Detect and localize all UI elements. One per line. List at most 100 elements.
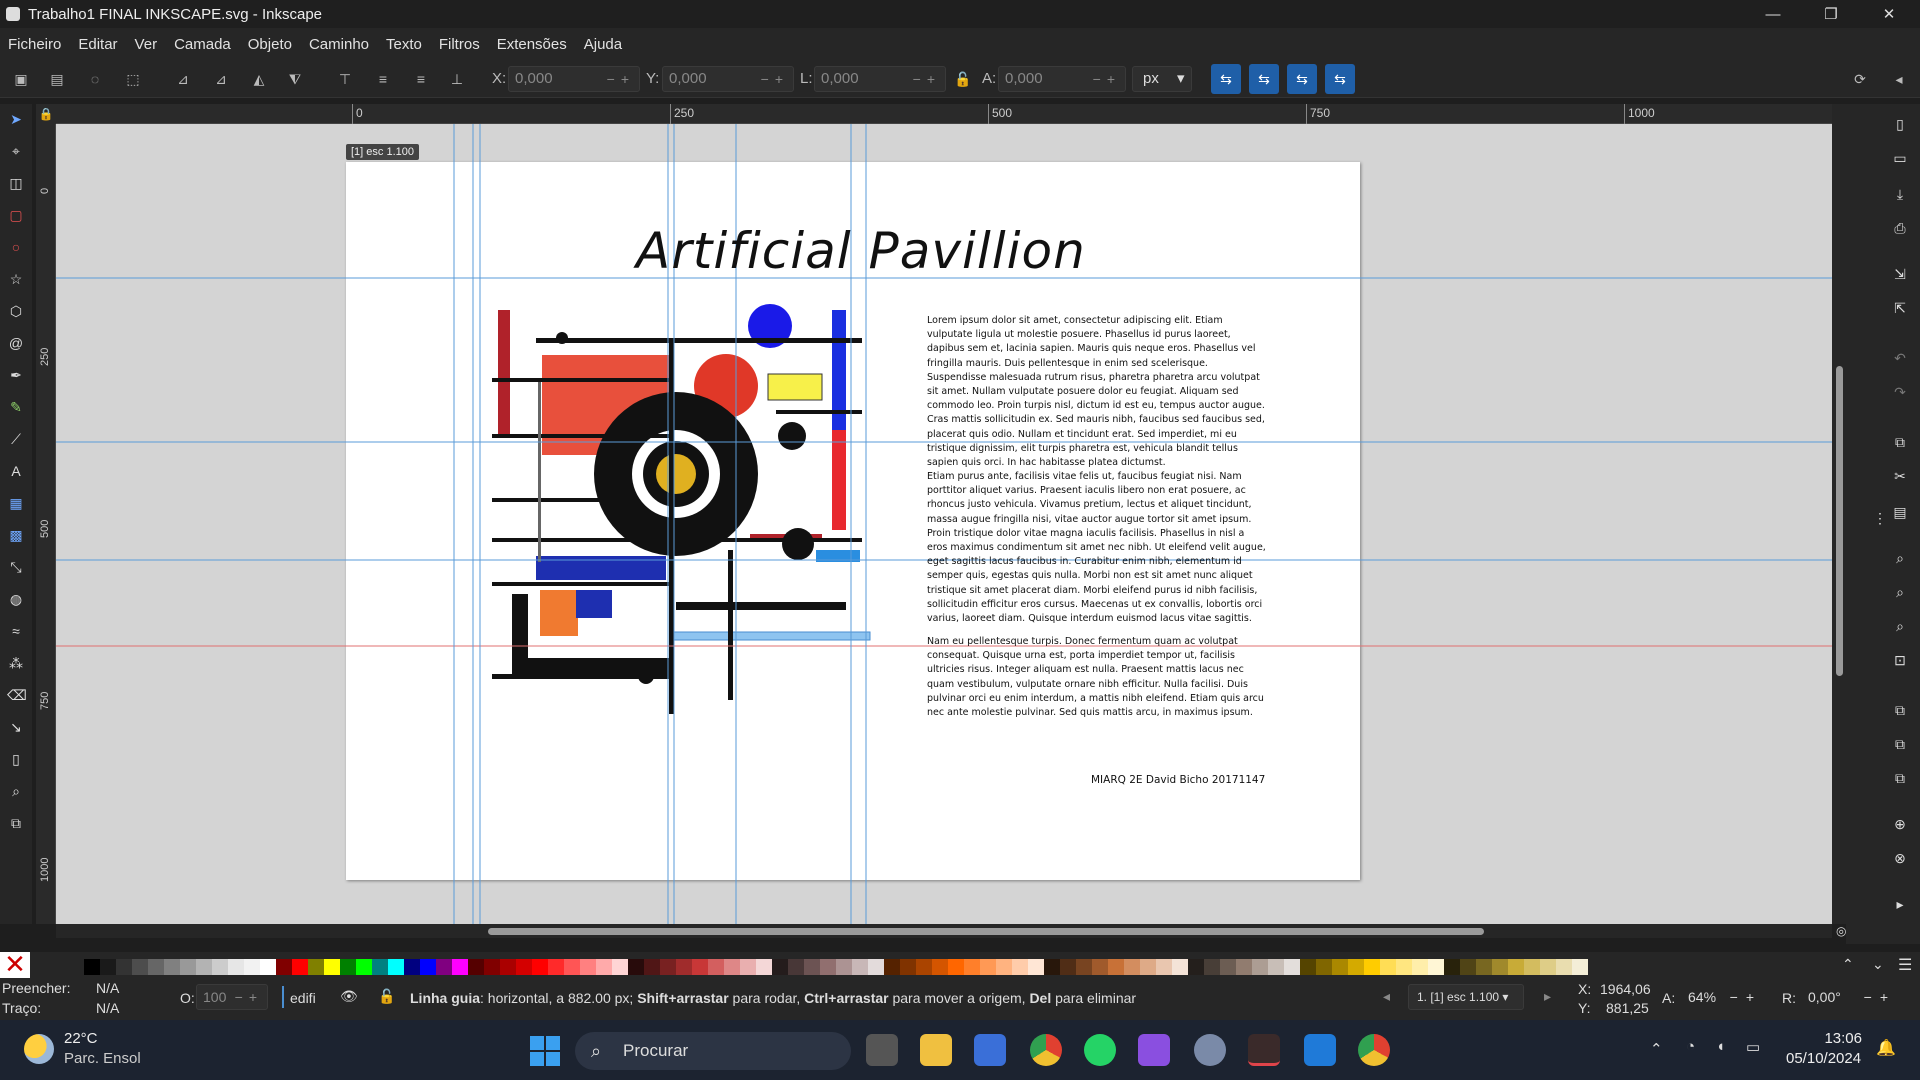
menu-ajuda[interactable]: Ajuda [584, 36, 622, 53]
yellow-circle[interactable] [656, 454, 696, 494]
import-icon[interactable]: ⇲ [1890, 266, 1910, 286]
line-1[interactable] [536, 338, 862, 343]
width-stepper[interactable]: −+ [913, 67, 941, 91]
raise-to-top-icon[interactable]: ⊤ [334, 68, 356, 90]
taskbar-search[interactable]: ⌕ Procurar [575, 1032, 851, 1070]
menu-texto[interactable]: Texto [386, 36, 422, 53]
horizontal-scroll-thumb[interactable] [488, 928, 1484, 935]
tweak-tool-icon[interactable]: ≈ [7, 622, 25, 640]
width-field[interactable]: 0,000 −+ [814, 66, 946, 92]
palette-swatch[interactable] [1188, 959, 1204, 975]
palette-swatch[interactable] [116, 959, 132, 975]
palette-swatch[interactable] [1316, 959, 1332, 975]
3d-box-tool-icon[interactable]: ⬡ [7, 302, 25, 320]
palette-swatch[interactable] [1492, 959, 1508, 975]
line-4[interactable] [776, 410, 862, 414]
zoom-field[interactable]: 64% −+ [1678, 984, 1766, 1010]
palette-swatch[interactable] [324, 959, 340, 975]
palette-swatch[interactable] [820, 959, 836, 975]
zoom-stepper[interactable]: −+ [1730, 984, 1762, 1010]
palette-swatch[interactable] [1364, 959, 1380, 975]
palette-swatch[interactable] [788, 959, 804, 975]
minimize-button[interactable]: — [1744, 0, 1802, 28]
windows-start-icon[interactable] [530, 1036, 560, 1066]
copy-icon[interactable]: ⧉ [1890, 434, 1910, 454]
menu-editar[interactable]: Editar [78, 36, 117, 53]
red-vertical-bar[interactable] [832, 430, 846, 530]
expand-more-icon[interactable]: ▸ [1890, 896, 1910, 916]
palette-swatch[interactable] [612, 959, 628, 975]
palette-swatch[interactable] [1156, 959, 1172, 975]
snap-icon[interactable]: ⟳ [1849, 68, 1871, 90]
palette-swatch[interactable] [452, 959, 468, 975]
palette-swatch[interactable] [596, 959, 612, 975]
menu-camada[interactable]: Camada [174, 36, 231, 53]
palette-swatch[interactable] [132, 959, 148, 975]
palette-swatch[interactable] [564, 959, 580, 975]
paint-bucket-icon[interactable]: ◍ [7, 590, 25, 608]
palette-swatch[interactable] [404, 959, 420, 975]
battery-icon[interactable]: ▭ [1746, 1038, 1760, 1056]
weather-temp[interactable]: 22°C [64, 1030, 98, 1047]
paragraph-3[interactable]: Nam eu pellentesque turpis. Donec fermen… [927, 635, 1267, 720]
inkscape-taskbar-icon[interactable] [1248, 1034, 1280, 1066]
palette-swatch[interactable] [1060, 959, 1076, 975]
palette-swatch[interactable] [1412, 959, 1428, 975]
palette-swatch[interactable] [148, 959, 164, 975]
fill-value[interactable]: N/A [96, 980, 119, 996]
palette-swatch[interactable] [1092, 959, 1108, 975]
palette-scroll-down-icon[interactable]: ⌄ [1872, 956, 1884, 973]
palette-swatch[interactable] [180, 959, 196, 975]
scale-corners-icon[interactable]: ⇆ [1249, 64, 1279, 94]
touch-select-icon[interactable]: ⬚ [122, 68, 144, 90]
small-blue-rectangle[interactable] [576, 590, 612, 618]
palette-swatch[interactable] [756, 959, 772, 975]
horizontal-ruler[interactable]: 0 250 500 750 1000 [56, 104, 1832, 124]
line-8[interactable] [676, 602, 846, 610]
palette-swatch[interactable] [1252, 959, 1268, 975]
lock-ratio-icon[interactable]: 🔓 [952, 68, 974, 90]
palette-swatch[interactable] [1332, 959, 1348, 975]
raise-icon[interactable]: ≡ [372, 68, 394, 90]
height-field[interactable]: 0,000 −+ [998, 66, 1126, 92]
clock-date[interactable]: 05/10/2024 [1786, 1050, 1861, 1067]
vertical-scrollbar[interactable] [1832, 104, 1846, 924]
palette-swatch[interactable] [884, 959, 900, 975]
dark-red-bar[interactable] [498, 310, 510, 434]
chrome-profile-icon[interactable] [1358, 1034, 1390, 1066]
menu-objeto[interactable]: Objeto [248, 36, 292, 53]
palette-swatch[interactable] [964, 959, 980, 975]
palette-swatch[interactable] [372, 959, 388, 975]
line-6[interactable] [492, 538, 862, 542]
palette-swatch[interactable] [1044, 959, 1060, 975]
weather-icon[interactable] [24, 1034, 54, 1064]
prev-page-icon[interactable]: ◂ [1383, 988, 1390, 1005]
lower-icon[interactable]: ≡ [410, 68, 432, 90]
measure-tool-icon[interactable]: ⧉ [7, 814, 25, 832]
no-paint-swatch[interactable]: ✕ [0, 951, 30, 978]
palette-swatch[interactable] [244, 959, 260, 975]
current-layer[interactable]: edifi [290, 990, 316, 1006]
menu-ver[interactable]: Ver [135, 36, 158, 53]
palette-swatch[interactable] [484, 959, 500, 975]
palette-swatch[interactable] [84, 959, 100, 975]
grey-vertical-line[interactable] [538, 382, 541, 562]
palette-swatch[interactable] [628, 959, 644, 975]
new-document-icon[interactable]: ▯ [1890, 116, 1910, 136]
transform-patterns-icon[interactable]: ⇆ [1325, 64, 1355, 94]
palette-swatch[interactable] [340, 959, 356, 975]
black-circle-1[interactable] [778, 422, 806, 450]
palette-swatch[interactable] [1556, 959, 1572, 975]
clock-time[interactable]: 13:06 [1808, 1030, 1862, 1047]
rectangle-tool-icon[interactable]: ▢ [7, 206, 25, 224]
vertical-scroll-thumb[interactable] [1836, 366, 1843, 676]
menu-extensoes[interactable]: Extensões [497, 36, 567, 53]
palette-swatch[interactable] [1476, 959, 1492, 975]
zoom-drawing-icon[interactable]: ⌕ [1890, 584, 1910, 604]
next-page-icon[interactable]: ▸ [1544, 988, 1551, 1005]
restore-button[interactable]: ❐ [1802, 0, 1860, 28]
palette-swatch[interactable] [1028, 959, 1044, 975]
select-all-icon[interactable]: ▣ [10, 68, 32, 90]
palette-swatch[interactable] [260, 959, 276, 975]
paste-icon[interactable]: ▤ [1890, 504, 1910, 524]
